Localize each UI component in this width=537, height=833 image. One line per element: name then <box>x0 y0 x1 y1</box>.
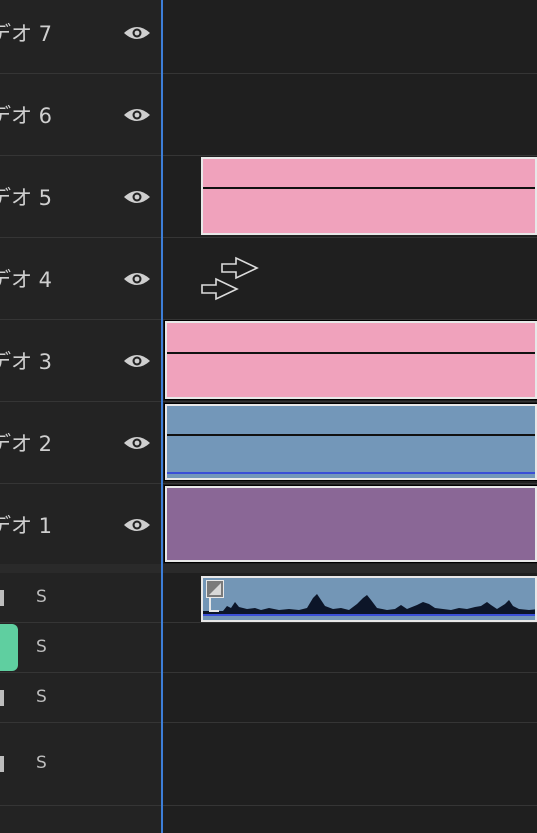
clip-audio-link-line <box>167 472 535 474</box>
mute-button[interactable] <box>0 690 4 706</box>
eye-icon[interactable] <box>123 188 151 206</box>
row-separator <box>0 155 537 156</box>
track-label-video-3: デオ 3 <box>0 350 53 374</box>
solo-button[interactable]: S <box>36 637 47 657</box>
video-clip[interactable] <box>164 320 537 400</box>
row-separator <box>0 73 537 74</box>
track-label-video-2: デオ 2 <box>0 432 53 456</box>
clip-title-divider <box>167 434 535 436</box>
row-separator <box>0 622 537 623</box>
track-label-video-7: デオ 7 <box>0 22 53 46</box>
audio-clip[interactable] <box>201 576 537 622</box>
solo-button[interactable]: S <box>36 687 47 707</box>
eye-icon[interactable] <box>123 24 151 42</box>
clip-title-divider <box>203 187 535 189</box>
video-clip[interactable] <box>164 403 537 481</box>
row-separator <box>0 319 537 320</box>
row-separator <box>0 672 537 673</box>
track-label-video-5: デオ 5 <box>0 186 53 210</box>
audio-fx-badge-icon <box>206 580 224 598</box>
track-label-video-6: デオ 6 <box>0 104 53 128</box>
channel-l-marker <box>209 598 219 612</box>
video-audio-divider[interactable] <box>0 564 537 573</box>
eye-icon[interactable] <box>123 352 151 370</box>
clip-title-divider <box>167 352 535 354</box>
playhead-line[interactable] <box>161 0 163 833</box>
eye-icon[interactable] <box>123 270 151 288</box>
mute-button[interactable] <box>0 756 4 772</box>
mute-button[interactable] <box>0 590 4 606</box>
row-separator <box>0 722 537 723</box>
track-label-video-1: デオ 1 <box>0 514 53 538</box>
track-label-video-4: デオ 4 <box>0 268 53 292</box>
video-clip[interactable] <box>201 157 537 235</box>
solo-button[interactable]: S <box>36 587 47 607</box>
video-clip[interactable] <box>164 485 537 563</box>
row-separator <box>0 483 537 484</box>
row-separator <box>0 805 537 806</box>
audio-waveform <box>203 594 535 616</box>
eye-icon[interactable] <box>123 106 151 124</box>
solo-button[interactable]: S <box>36 753 47 773</box>
row-separator <box>0 237 537 238</box>
eye-icon[interactable] <box>123 516 151 534</box>
mute-button-active[interactable] <box>0 624 18 671</box>
eye-icon[interactable] <box>123 434 151 452</box>
insert-move-cursor-icon <box>201 256 259 301</box>
row-separator <box>0 401 537 402</box>
